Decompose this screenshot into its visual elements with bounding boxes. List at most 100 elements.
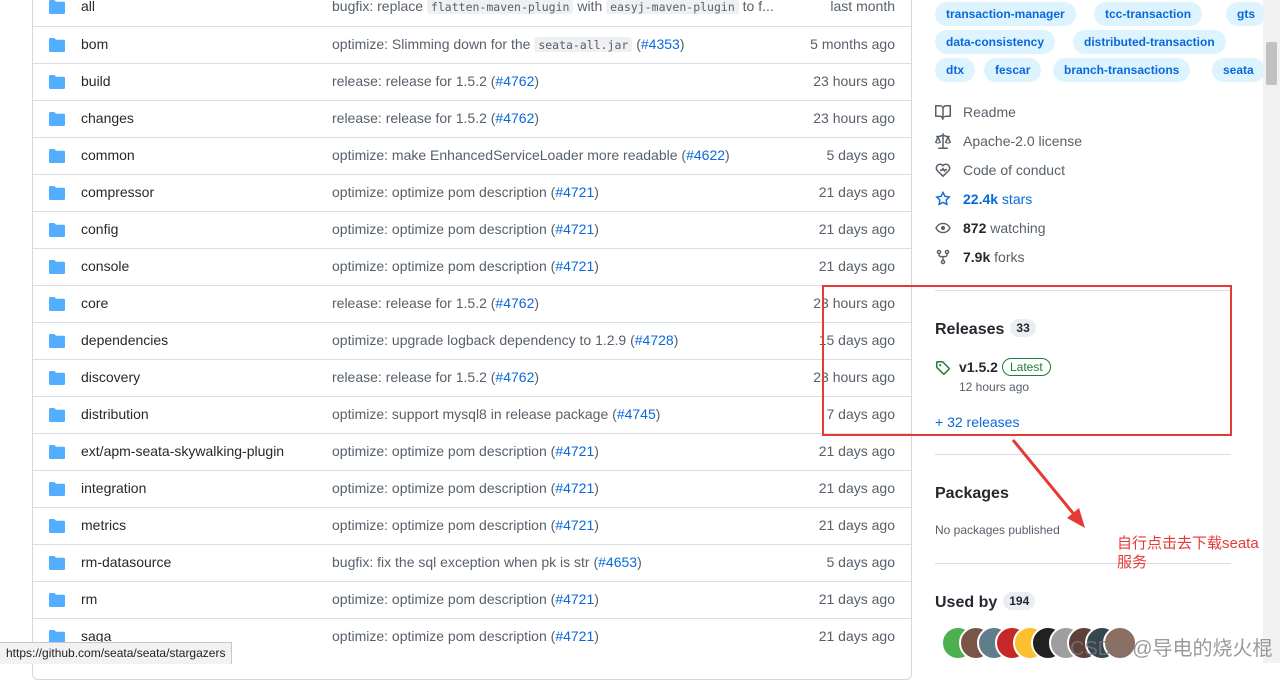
pr-link[interactable]: #4353 <box>641 36 680 52</box>
file-row[interactable]: compressor optimize: optimize pom descrip… <box>33 174 911 211</box>
commit-message[interactable]: optimize: optimize pom description (#472… <box>332 258 599 274</box>
file-row[interactable]: core release: release for 1.5.2 (#4762) 23… <box>33 285 911 322</box>
topic-tag[interactable]: branch-transactions <box>1053 58 1191 82</box>
commit-message[interactable]: release: release for 1.5.2 (#4762) <box>332 295 539 311</box>
commit-message[interactable]: release: release for 1.5.2 (#4762) <box>332 369 539 385</box>
commit-text: optimize: upgrade logback dependency to … <box>332 332 635 348</box>
file-row[interactable]: rm-datasource bugfix: fix the sql excepti… <box>33 544 911 581</box>
file-row[interactable]: console optimize: optimize pom descriptio… <box>33 248 911 285</box>
file-name-link[interactable]: rm <box>81 591 97 607</box>
pr-link[interactable]: #4762 <box>495 110 534 126</box>
commit-text: optimize: optimize pom description ( <box>332 184 556 200</box>
topic-tag[interactable]: tcc-transaction <box>1094 2 1203 26</box>
pr-link[interactable]: #4721 <box>555 258 594 274</box>
pr-link[interactable]: #4721 <box>555 184 594 200</box>
pr-link[interactable]: #4721 <box>555 480 594 496</box>
pr-link[interactable]: #4721 <box>555 517 594 533</box>
commit-message[interactable]: optimize: optimize pom description (#472… <box>332 443 599 459</box>
file-row[interactable]: bom optimize: Slimming down for the seata… <box>33 26 911 63</box>
topic-tag[interactable]: dtx <box>935 58 975 82</box>
file-name-link[interactable]: metrics <box>81 517 126 533</box>
file-row[interactable]: metrics optimize: optimize pom descriptio… <box>33 507 911 544</box>
pr-link[interactable]: #4622 <box>686 147 725 163</box>
commit-time: 21 days ago <box>818 591 895 607</box>
used-by-heading[interactable]: Used by 194 <box>935 592 1036 612</box>
commit-message[interactable]: optimize: upgrade logback dependency to … <box>332 332 678 348</box>
topic-tag[interactable]: data-consistency <box>935 30 1056 54</box>
commit-message[interactable]: optimize: optimize pom description (#472… <box>332 517 599 533</box>
folder-icon <box>49 297 65 311</box>
folder-icon <box>49 408 65 422</box>
commit-text: optimize: support mysql8 in release pack… <box>332 406 617 422</box>
used-by-count: 194 <box>1003 592 1036 610</box>
pr-link[interactable]: #4728 <box>635 332 674 348</box>
scrollbar-thumb[interactable] <box>1266 42 1277 85</box>
commit-text: release: release for 1.5.2 ( <box>332 295 496 311</box>
commit-message[interactable]: optimize: optimize pom description (#472… <box>332 628 599 644</box>
commit-message[interactable]: optimize: optimize pom description (#472… <box>332 480 599 496</box>
file-name-link[interactable]: core <box>81 295 108 311</box>
file-name-link[interactable]: rm-datasource <box>81 554 171 570</box>
commit-time: 23 hours ago <box>813 73 895 89</box>
watching-count: 872 <box>963 220 987 236</box>
commit-text: ) <box>725 147 730 163</box>
file-row[interactable]: ext/apm-seata-skywalking-plugin optimize:… <box>33 433 911 470</box>
file-name-link[interactable]: dependencies <box>81 332 168 348</box>
folder-icon <box>49 519 65 533</box>
file-name-link[interactable]: compressor <box>81 184 154 200</box>
file-name-link[interactable]: discovery <box>81 369 140 385</box>
file-row[interactable]: distribution optimize: support mysql8 in … <box>33 396 911 433</box>
pr-link[interactable]: #4745 <box>617 406 656 422</box>
annotation-text: 自行点击去下载seata服务 <box>1117 535 1259 571</box>
topic-tag[interactable]: fescar <box>984 58 1042 82</box>
pr-link[interactable]: #4721 <box>555 221 594 237</box>
commit-message[interactable]: optimize: make EnhancedServiceLoader mor… <box>332 147 730 163</box>
file-name-link[interactable]: config <box>81 221 118 237</box>
file-name-link[interactable]: changes <box>81 110 134 126</box>
file-row[interactable]: integration optimize: optimize pom descri… <box>33 470 911 507</box>
folder-icon <box>49 556 65 570</box>
pr-link[interactable]: #4762 <box>495 73 534 89</box>
file-name-link[interactable]: ext/apm-seata-skywalking-plugin <box>81 443 284 459</box>
file-row[interactable]: config optimize: optimize pom description… <box>33 211 911 248</box>
annotation-highlight-box <box>822 285 1232 436</box>
topic-tag[interactable]: transaction-manager <box>935 2 1076 26</box>
commit-message[interactable]: optimize: Slimming down for the seata-al… <box>332 36 685 52</box>
pr-link[interactable]: #4721 <box>555 628 594 644</box>
file-name-link[interactable]: distribution <box>81 406 149 422</box>
file-name-link[interactable]: build <box>81 73 111 89</box>
pr-link[interactable]: #4653 <box>598 554 637 570</box>
pr-link[interactable]: #4762 <box>495 295 534 311</box>
pr-link[interactable]: #4721 <box>555 591 594 607</box>
commit-message[interactable]: bugfix: fix the sql exception when pk is… <box>332 554 642 570</box>
file-name-link[interactable]: common <box>81 147 135 163</box>
file-name-link[interactable]: bom <box>81 36 108 52</box>
file-row[interactable]: changes release: release for 1.5.2 (#4762… <box>33 100 911 137</box>
file-row[interactable]: discovery release: release for 1.5.2 (#47… <box>33 359 911 396</box>
commit-message[interactable]: optimize: optimize pom description (#472… <box>332 221 599 237</box>
pr-link[interactable]: #4762 <box>495 369 534 385</box>
commit-text: ) <box>594 221 599 237</box>
commit-message[interactable]: release: release for 1.5.2 (#4762) <box>332 110 539 126</box>
folder-icon <box>49 223 65 237</box>
file-row[interactable]: build release: release for 1.5.2 (#4762) 2… <box>33 63 911 100</box>
commit-text: ) <box>673 332 679 348</box>
topic-tag[interactable]: gts <box>1226 2 1266 26</box>
file-row[interactable]: common optimize: make EnhancedServiceLoad… <box>33 137 911 174</box>
book-icon <box>935 104 951 120</box>
commit-message[interactable]: release: release for 1.5.2 (#4762) <box>332 73 539 89</box>
file-row[interactable]: dependencies optimize: upgrade logback de… <box>33 322 911 359</box>
topic-tag[interactable]: seata <box>1212 58 1265 82</box>
pr-link[interactable]: #4721 <box>555 443 594 459</box>
file-name-link[interactable]: all <box>81 0 95 14</box>
topic-tag[interactable]: distributed-transaction <box>1073 30 1226 54</box>
commit-message[interactable]: optimize: optimize pom description (#472… <box>332 184 599 200</box>
commit-message[interactable]: optimize: support mysql8 in release pack… <box>332 406 660 422</box>
file-name-link[interactable]: integration <box>81 480 146 496</box>
commit-message[interactable]: bugfix: replace flatten-maven-plugin wit… <box>332 0 774 14</box>
file-name-link[interactable]: console <box>81 258 129 274</box>
file-row[interactable]: all bugfix: replace flatten-maven-plugin … <box>33 0 911 26</box>
commit-message[interactable]: optimize: optimize pom description (#472… <box>332 591 599 607</box>
file-row[interactable]: rm optimize: optimize pom description (#4… <box>33 581 911 618</box>
packages-title[interactable]: Packages <box>935 485 1009 503</box>
